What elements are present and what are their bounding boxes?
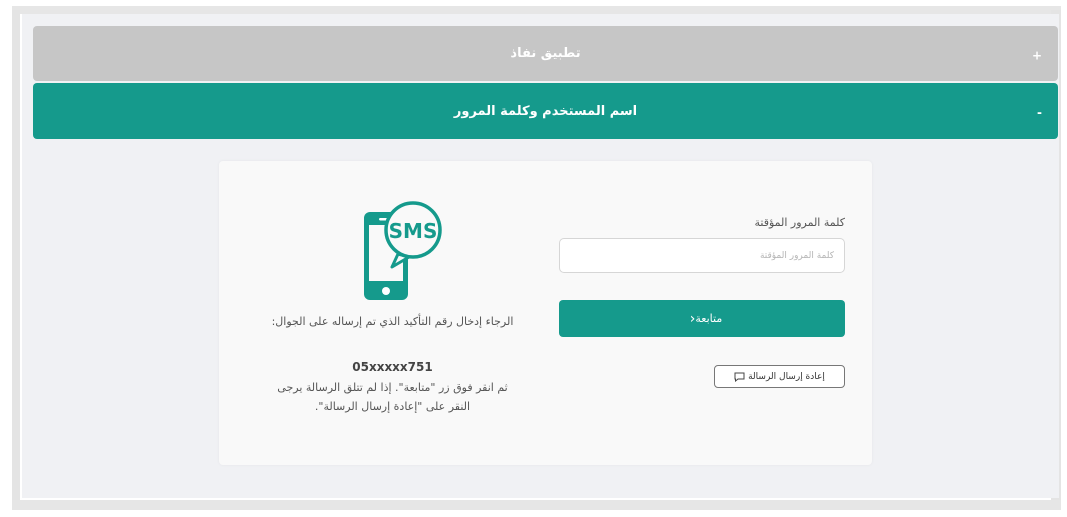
instruction-text: الرجاء إدخال رقم التأكيد الذي تم إرساله … [271,315,514,328]
continue-button[interactable]: متابعة ‹ [559,300,845,337]
accordion-nafath-title: تطبيق نفاذ [510,46,581,61]
password-label: كلمة المرور المؤقتة [754,216,845,229]
frame-border-bottom [12,500,1061,510]
continue-label: متابعة [695,312,723,325]
frame-border-top [12,6,1061,14]
chevron-left-icon: ‹ [689,310,696,327]
phone-number: 05xxxxx751 [352,360,433,374]
resend-message-button[interactable]: إعادة إرسال الرسالة [714,365,845,388]
resend-instruction-text: ثم انقر فوق زر "متابعة". إذا لم تتلق الر… [277,381,508,413]
message-icon [734,372,745,382]
temp-password-input[interactable] [559,238,845,273]
accordion-username-password-title: اسم المستخدم وكلمة المرور [453,103,638,119]
resend-label: إعادة إرسال الرسالة [748,371,825,382]
sms-phone-icon: SMS [364,201,442,300]
accordion-username-password-header[interactable]: اسم المستخدم وكلمة المرور - [33,83,1058,139]
expand-icon[interactable]: + [1032,48,1042,62]
sms-text: SMS [389,219,438,243]
collapse-icon[interactable]: - [1037,105,1042,119]
accordion-nafath-header[interactable]: تطبيق نفاذ + [33,26,1058,81]
frame-border-left [12,10,20,510]
